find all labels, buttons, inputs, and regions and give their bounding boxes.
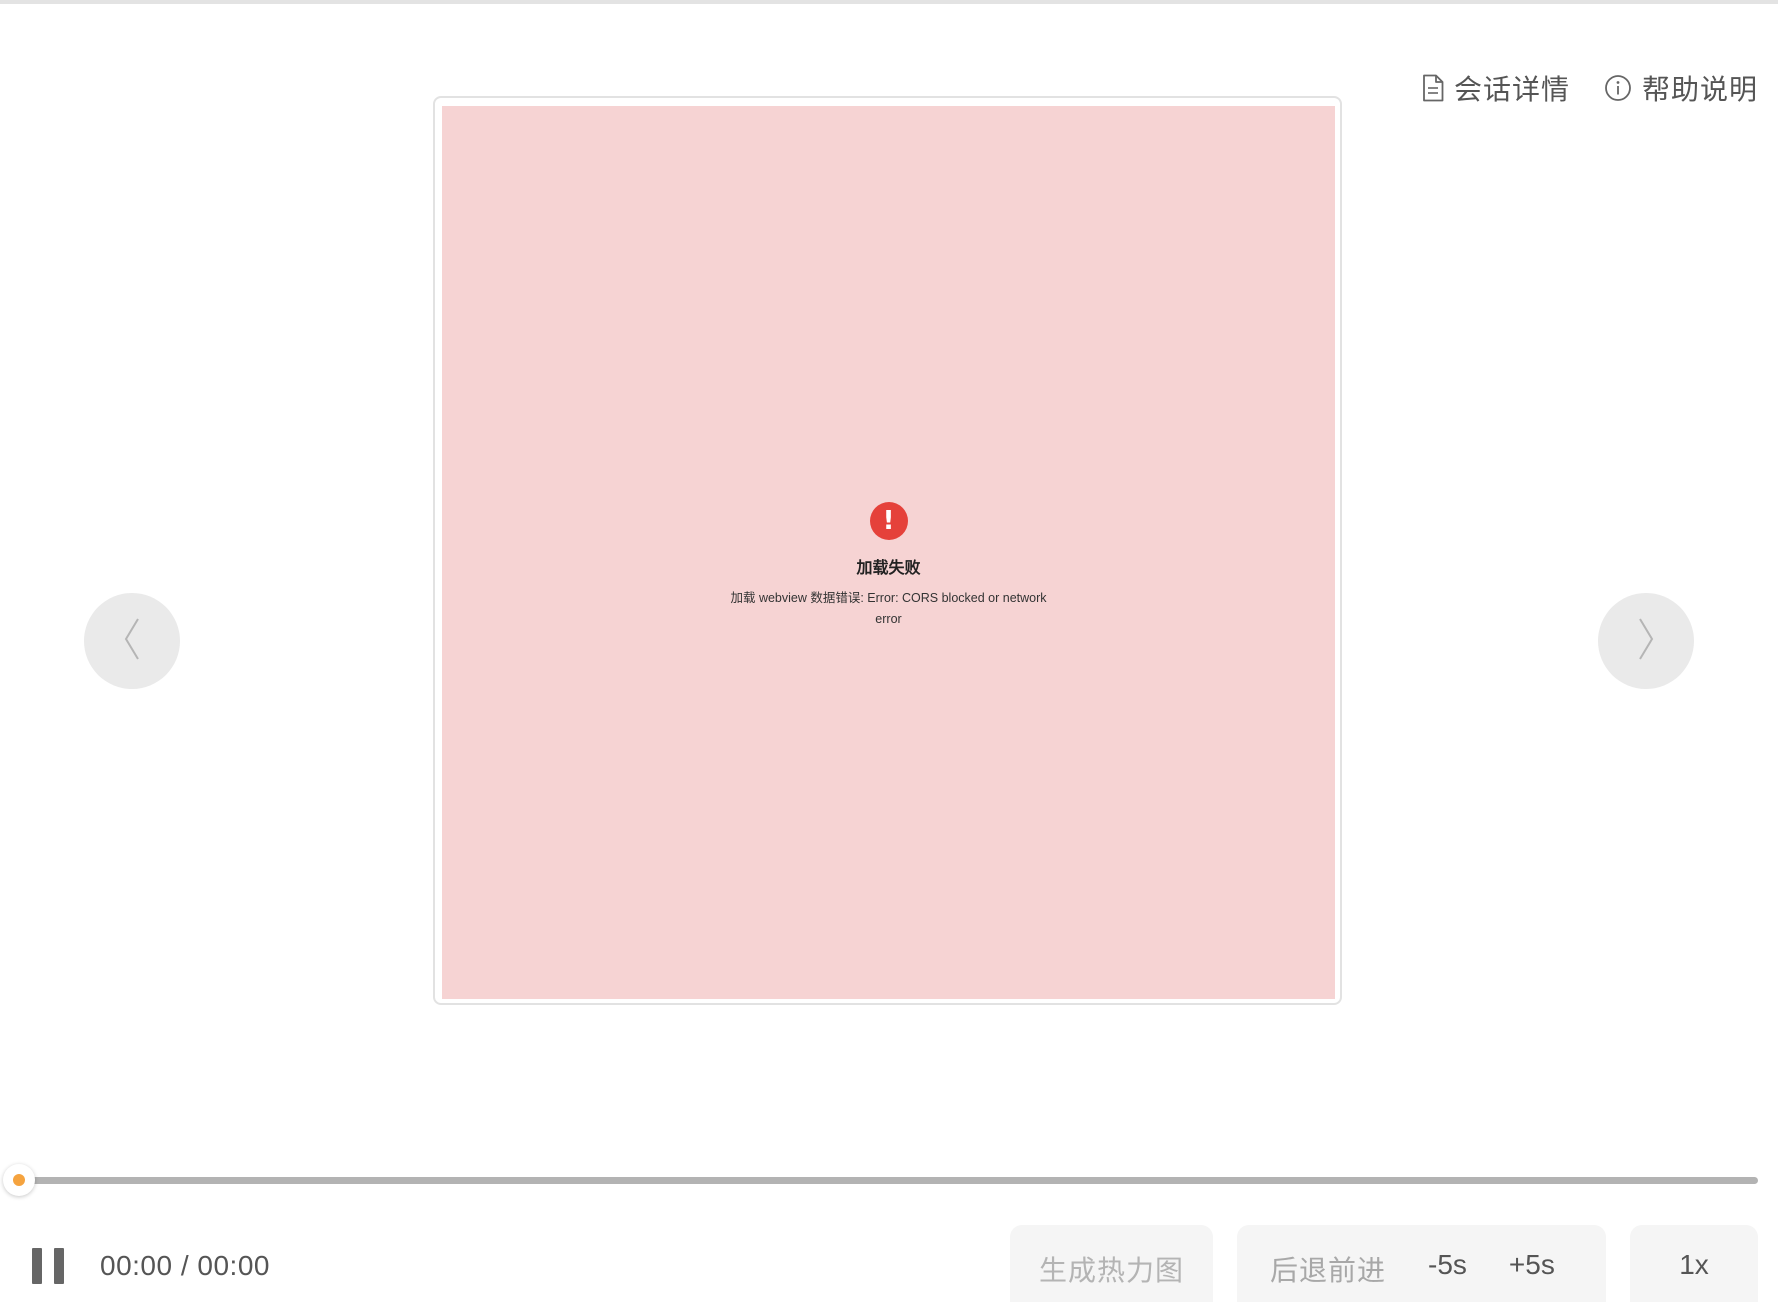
previous-button[interactable] (84, 593, 180, 689)
progress-knob[interactable] (3, 1164, 35, 1196)
seek-label: 后退前进 (1270, 1255, 1387, 1286)
forward-5s-button[interactable]: +5s (1509, 1249, 1555, 1281)
seek-control: 后退前进 -5s +5s (1237, 1225, 1606, 1302)
replay-viewport: ! 加载失败 加载 webview 数据错误: Error: CORS bloc… (442, 106, 1335, 999)
session-details-label: 会话详情 (1453, 74, 1570, 105)
pause-button[interactable] (32, 1248, 66, 1284)
heatmap-control: 生成热力图 (1010, 1225, 1213, 1302)
header-links: 会话详情 帮助说明 (1422, 68, 1758, 108)
top-divider (0, 0, 1778, 4)
chevron-right-icon (1636, 617, 1656, 666)
error-message: 加载 webview 数据错误: Error: CORS blocked or … (730, 591, 1047, 626)
pause-icon-bar (54, 1248, 64, 1284)
error-title: 加载失败 (856, 560, 921, 577)
session-replay-page: 会话详情 帮助说明 ! 加载失败 加载 webview 数据错误: Error:… (0, 0, 1778, 1302)
pause-icon-bar (32, 1248, 42, 1284)
error-panel: ! 加载失败 加载 webview 数据错误: Error: CORS bloc… (442, 502, 1335, 630)
time-display: 00:00 / 00:00 (100, 1250, 270, 1281)
progress-track[interactable] (20, 1177, 1758, 1184)
help-label: 帮助说明 (1641, 74, 1758, 105)
playback-speed-button[interactable]: 1x (1679, 1249, 1709, 1281)
help-link[interactable]: 帮助说明 (1604, 68, 1758, 108)
chevron-left-icon (122, 617, 142, 666)
speed-control: 1x (1630, 1225, 1758, 1302)
generate-heatmap-button[interactable]: 生成热力图 (1039, 1249, 1184, 1289)
next-button[interactable] (1598, 593, 1694, 689)
rewind-5s-button[interactable]: -5s (1428, 1249, 1467, 1281)
info-icon (1604, 74, 1632, 102)
session-details-link[interactable]: 会话详情 (1422, 68, 1570, 108)
error-icon: ! (869, 502, 908, 540)
document-icon (1422, 74, 1444, 102)
replay-frame: ! 加载失败 加载 webview 数据错误: Error: CORS bloc… (433, 96, 1342, 1005)
